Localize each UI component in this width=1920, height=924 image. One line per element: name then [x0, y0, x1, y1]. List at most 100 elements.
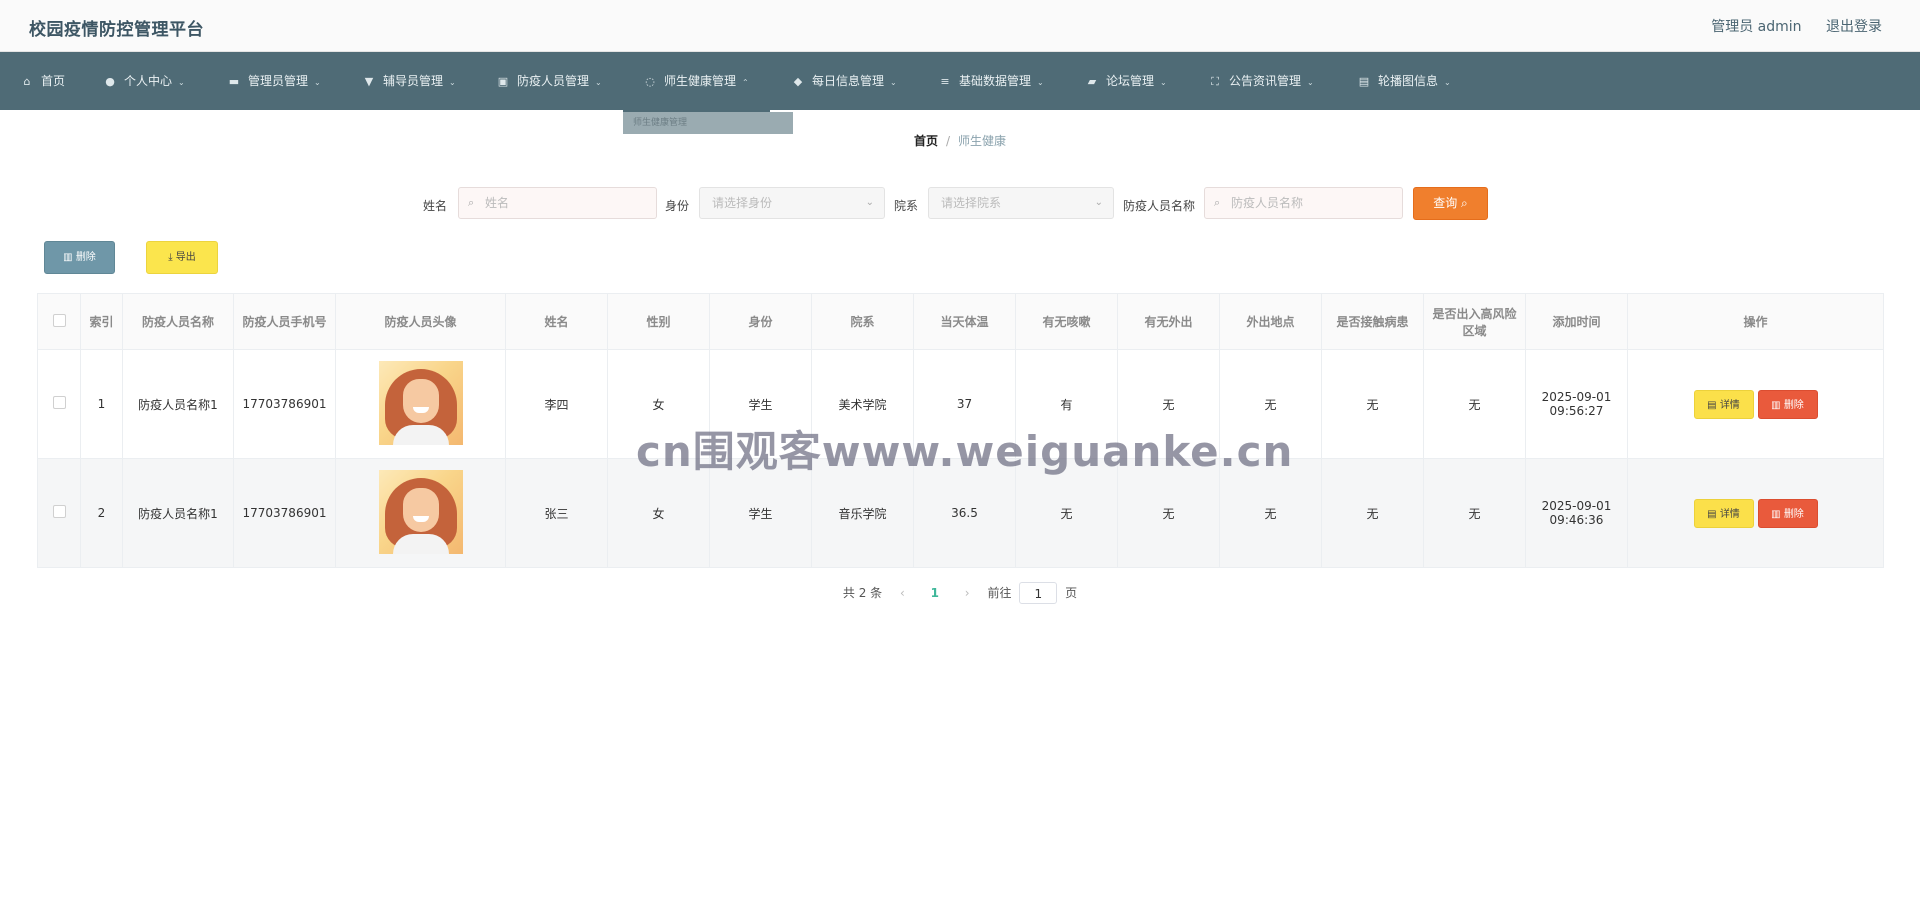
goto-prefix: 前往: [987, 585, 1012, 600]
nav-item-notice[interactable]: ⛶ 公告资讯管理 ⌄: [1208, 52, 1314, 110]
column-header: 当天体温: [913, 293, 1016, 350]
staff-name-label: 防疫人员名称: [1123, 199, 1196, 213]
detail-label: 详情: [1719, 508, 1740, 520]
row-checkbox[interactable]: [52, 505, 66, 518]
avatar-cell: [335, 349, 506, 459]
delete-label: 删除: [1783, 399, 1804, 411]
nav-item-daily-info[interactable]: ◆ 每日信息管理 ⌄: [791, 52, 897, 110]
top-header: 校园疫情防控管理平台 管理员 admin 退出登录: [0, 0, 1920, 52]
row-select-cell[interactable]: [37, 458, 81, 568]
search-icon: ⌕: [468, 196, 475, 209]
table-header-row: 索引 防疫人员名称 防疫人员手机号 防疫人员头像 姓名 性别 身份 院系 当天体…: [37, 293, 1884, 350]
column-header: 是否出入高风险区域: [1423, 293, 1526, 350]
chevron-down-icon: ⌄: [449, 78, 456, 87]
high-risk-cell: 无: [1423, 349, 1526, 459]
trash-icon: ▥: [63, 252, 73, 263]
nav-item-carousel[interactable]: ▤ 轮播图信息 ⌄: [1357, 52, 1451, 110]
operations-cell: ▤ 详情 ▥ 删除: [1627, 458, 1884, 568]
counselor-icon: ▼: [364, 75, 374, 88]
current-user-label: 管理员 admin: [1711, 19, 1802, 35]
high-risk-cell: 无: [1423, 458, 1526, 568]
column-header: 是否接触病患: [1321, 293, 1424, 350]
main-nav: ⌂ 首页 ● 个人中心 ⌄ ▬ 管理员管理 ⌄ ▼ 辅导员管理 ⌄ ▣ 防疫人员管理 ⌄ ◌ 师生健…: [0, 52, 1920, 110]
column-header: 防疫人员手机号: [233, 293, 336, 350]
column-header: 院系: [811, 293, 914, 350]
nav-label: 管理员管理: [248, 74, 309, 88]
dept-select[interactable]: 请选择院系 ⌄: [928, 187, 1114, 219]
ticket-icon: ▰: [1087, 75, 1097, 88]
user-area: 管理员 admin 退出登录: [1691, 16, 1882, 36]
next-page-icon[interactable]: ›: [965, 581, 970, 605]
select-all-header[interactable]: [37, 293, 81, 350]
index-cell: 2: [80, 458, 123, 568]
staff-name-cell: 防疫人员名称1: [122, 458, 234, 568]
nav-item-base-data[interactable]: ≡ 基础数据管理 ⌄: [938, 52, 1043, 110]
chevron-down-icon: ⌄: [178, 78, 185, 87]
name-label: 姓名: [423, 199, 448, 213]
list-icon: ≡: [940, 75, 950, 88]
chevron-up-icon: ⌃: [742, 78, 749, 87]
row-select-cell[interactable]: [37, 349, 81, 459]
nav-item-forum[interactable]: ▰ 论坛管理 ⌄: [1085, 52, 1167, 110]
total-count: 共 2 条: [842, 585, 883, 600]
phone-cell: 17703786901: [233, 349, 336, 459]
column-header: 添加时间: [1525, 293, 1628, 350]
download-icon: ⤓: [168, 252, 173, 263]
nav-item-home[interactable]: ⌂ 首页: [20, 52, 66, 110]
column-header: 防疫人员头像: [335, 293, 506, 350]
batch-delete-button[interactable]: ▥ 删除: [44, 241, 115, 274]
column-header: 外出地点: [1219, 293, 1322, 350]
column-header: 性别: [607, 293, 710, 350]
nav-label: 辅导员管理: [383, 74, 444, 88]
watermark: cn围观客www.weiguanke.cn: [636, 427, 1294, 476]
row-delete-button[interactable]: ▥ 删除: [1757, 389, 1818, 419]
submenu-item-health-management[interactable]: 师生健康管理: [623, 112, 793, 134]
chevron-down-icon: ⌄: [1444, 78, 1451, 87]
row-checkbox[interactable]: [52, 396, 66, 409]
page-number-active[interactable]: 1: [931, 581, 939, 605]
nav-item-admin-management[interactable]: ▬ 管理员管理 ⌄: [227, 52, 321, 110]
user-icon: ●: [105, 75, 115, 88]
logout-link[interactable]: 退出登录: [1826, 19, 1882, 35]
name-cell: 张三: [505, 458, 608, 568]
nav-item-health-management[interactable]: ◌ 师生健康管理 ⌃: [643, 52, 749, 110]
name-placeholder: 姓名: [485, 196, 510, 210]
nav-label: 论坛管理: [1106, 74, 1155, 88]
staff-name-placeholder: 防疫人员名称: [1231, 196, 1304, 210]
row-delete-button[interactable]: ▥ 删除: [1757, 498, 1818, 528]
nav-item-counselor-management[interactable]: ▼ 辅导员管理 ⌄: [362, 52, 456, 110]
query-button[interactable]: 查询 ⌕: [1413, 187, 1488, 220]
home-icon: ⌂: [23, 75, 31, 88]
column-header: 操作: [1627, 293, 1884, 350]
nav-label: 每日信息管理: [812, 74, 885, 88]
chevron-down-icon: ⌄: [1094, 197, 1103, 208]
avatar-cell: [335, 458, 506, 568]
goto-page-input[interactable]: 1: [1019, 581, 1058, 604]
export-label: 导出: [175, 252, 196, 263]
name-search-input[interactable]: ⌕ 姓名: [458, 187, 657, 219]
column-header: 索引: [80, 293, 123, 350]
search-icon: ⌕: [1214, 196, 1221, 209]
detail-button[interactable]: ▤ 详情: [1693, 389, 1754, 419]
column-header: 防疫人员名称: [122, 293, 234, 350]
identity-placeholder: 请选择身份: [712, 196, 773, 210]
nav-label: 首页: [41, 74, 66, 88]
prev-page-icon[interactable]: ‹: [900, 581, 905, 605]
staff-name-search-input[interactable]: ⌕ 防疫人员名称: [1204, 187, 1403, 219]
dept-label: 院系: [894, 199, 919, 213]
power-icon: ◌: [645, 75, 655, 88]
nav-item-personal-center[interactable]: ● 个人中心 ⌄: [103, 52, 185, 110]
location-icon: ◆: [793, 75, 803, 88]
identity-select[interactable]: 请选择身份 ⌄: [699, 187, 885, 219]
nav-item-staff-management[interactable]: ▣ 防疫人员管理 ⌄: [496, 52, 602, 110]
breadcrumb-home[interactable]: 首页: [914, 134, 938, 148]
nav-label: 师生健康管理: [664, 74, 737, 88]
detail-label: 详情: [1719, 399, 1740, 411]
select-all-checkbox[interactable]: [52, 313, 66, 327]
detail-button[interactable]: ▤ 详情: [1693, 498, 1754, 528]
export-button[interactable]: ⤓ 导出: [146, 241, 218, 274]
chevron-down-icon: ⌄: [890, 78, 897, 87]
chevron-down-icon: ⌄: [865, 197, 874, 208]
staff-avatar-image: [378, 360, 463, 445]
chevron-down-icon: ⌄: [595, 78, 602, 87]
